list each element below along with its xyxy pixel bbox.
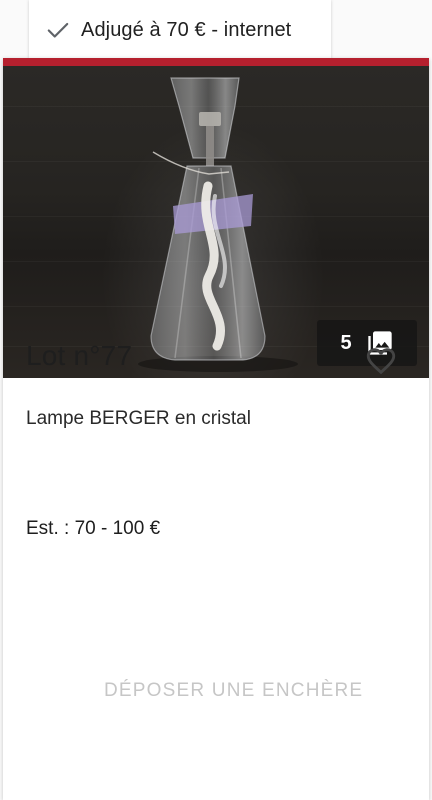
lot-description: Lampe BERGER en cristal	[26, 408, 251, 429]
place-bid-button[interactable]: DÉPOSER UNE ENCHÈRE	[104, 680, 363, 702]
sold-status-text: Adjugé à 70 € - internet	[81, 18, 292, 41]
lot-estimate: Est. : 70 - 100 €	[26, 518, 161, 539]
lot-title: Lot n°77	[26, 340, 133, 371]
accent-bar	[3, 58, 429, 66]
sold-status-tab: Adjugé à 70 € - internet	[29, 0, 331, 60]
checkmark-icon	[47, 22, 69, 38]
lot-photo[interactable]: 5	[3, 66, 429, 378]
photo-count: 5	[340, 331, 352, 354]
heart-outline-icon[interactable]	[364, 344, 398, 378]
lot-card-container: Adjugé à 70 € - internet 5 Lot n°77 Lamp…	[0, 0, 432, 800]
